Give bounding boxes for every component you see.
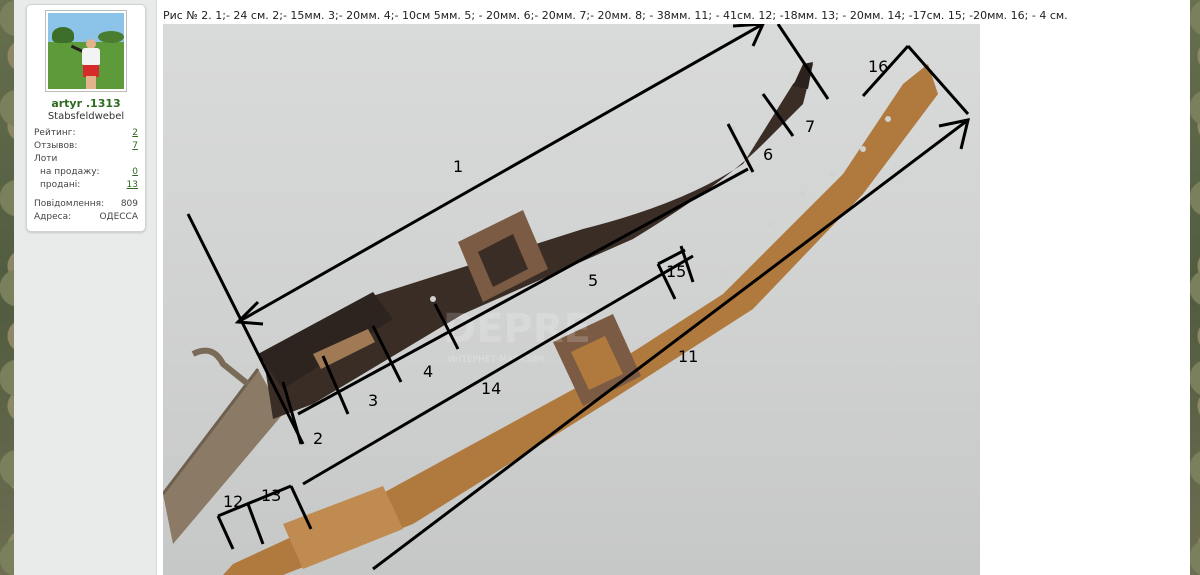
background-camo-left — [0, 0, 14, 575]
label-14: 14 — [481, 379, 501, 398]
forum-post: artyr .1313 Stabsfeldwebel Рейтинг: 2 От… — [14, 0, 1190, 575]
label-12: 12 — [223, 492, 243, 511]
post-content: Рис № 2. 1;- 24 см. 2;- 15мм. 3;- 20мм. … — [156, 0, 1190, 575]
label-15: 15 — [666, 262, 686, 281]
label-16: 16 — [868, 57, 888, 76]
label-1: 1 — [453, 157, 463, 176]
background-camo-right — [1190, 0, 1200, 575]
avatar[interactable] — [45, 10, 127, 92]
label-5: 5 — [588, 271, 598, 290]
stat-rating: Рейтинг: 2 — [34, 127, 138, 140]
measurement-annotations — [186, 24, 971, 571]
stat-for-sale: на продажу: 0 — [40, 166, 138, 179]
label-3: 3 — [368, 391, 378, 410]
user-card: artyr .1313 Stabsfeldwebel Рейтинг: 2 От… — [26, 4, 146, 232]
label-7: 7 — [805, 117, 815, 136]
avatar-photo — [48, 13, 124, 89]
for-sale-link[interactable]: 0 — [132, 166, 138, 179]
stat-address: Адреса: ОДЕССА — [34, 212, 138, 222]
rating-link[interactable]: 2 — [132, 127, 138, 140]
user-rank: Stabsfeldwebel — [47, 111, 125, 122]
watermark-text: ИНТЕРНЕТ-МАГАЗИН — [448, 355, 544, 365]
dark-leather-strap — [263, 64, 813, 419]
label-4: 4 — [423, 362, 433, 381]
post-image[interactable]: DEPRE ИНТЕРНЕТ-МАГАЗИН 1 2 3 4 5 6 7 11 … — [163, 24, 980, 575]
label-2: 2 — [313, 429, 323, 448]
label-13: 13 — [261, 486, 281, 505]
stat-reviews: Отзывов: 7 — [34, 140, 138, 153]
post-caption: Рис № 2. 1;- 24 см. 2;- 15мм. 3;- 20мм. … — [163, 9, 1068, 22]
label-11: 11 — [678, 347, 698, 366]
username-link[interactable]: artyr .1313 — [27, 97, 145, 110]
label-6: 6 — [763, 145, 773, 164]
sold-link[interactable]: 13 — [127, 179, 138, 192]
reviews-link[interactable]: 7 — [132, 140, 138, 153]
stat-lots: Лоти — [34, 154, 58, 164]
annotated-belt-photo: DEPRE ИНТЕРНЕТ-МАГАЗИН 1 2 3 4 5 6 7 11 … — [163, 24, 971, 575]
post-author-column: artyr .1313 Stabsfeldwebel Рейтинг: 2 От… — [14, 0, 156, 575]
user-stats: Рейтинг: 2 Отзывов: 7 Лоти на продажу: 0… — [34, 127, 138, 224]
stat-sold: продані: 13 — [40, 179, 138, 192]
canvas-strap — [163, 369, 283, 544]
stat-posts: Повідомлення: 809 — [34, 199, 138, 209]
